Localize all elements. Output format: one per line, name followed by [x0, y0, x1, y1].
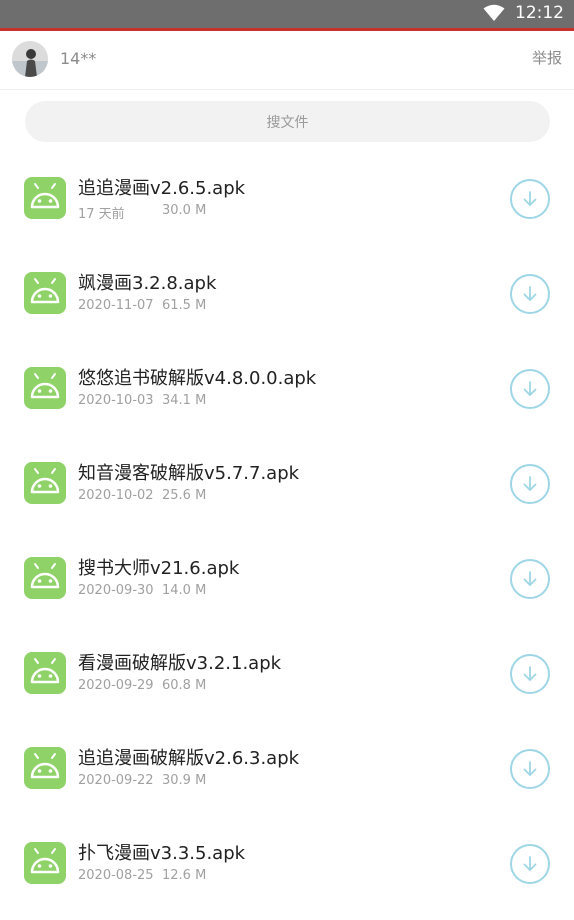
file-date: 17 天前	[78, 207, 125, 222]
file-name: 飒漫画3.2.8.apk	[78, 273, 217, 294]
file-row[interactable]: 追追漫画破解版v2.6.3.apk 2020-09-22 30.9 M	[0, 720, 574, 815]
wifi-icon	[483, 4, 505, 21]
android-apk-icon	[24, 177, 66, 219]
download-arrow-icon	[523, 286, 537, 301]
download-arrow-icon	[523, 381, 537, 396]
download-arrow-icon	[523, 666, 537, 681]
file-name: 追追漫画破解版v2.6.3.apk	[78, 748, 300, 769]
file-row[interactable]: 搜书大师v21.6.apk 2020-09-30 14.0 M	[0, 530, 574, 625]
header: 14** 举报	[0, 31, 574, 90]
file-name: 搜书大师v21.6.apk	[78, 558, 240, 579]
file-row[interactable]: 看漫画破解版v3.2.1.apk 2020-09-29 60.8 M	[0, 625, 574, 720]
android-apk-icon	[24, 557, 66, 599]
android-apk-icon	[24, 842, 66, 884]
file-size: 61.5 M	[162, 298, 207, 313]
status-time: 12:12	[515, 3, 564, 23]
file-date: 2020-10-03	[78, 393, 154, 408]
file-row[interactable]: 飒漫画3.2.8.apk 2020-11-07 61.5 M	[0, 245, 574, 340]
report-button[interactable]: 举报	[532, 47, 562, 68]
file-row[interactable]: 悠悠追书破解版v4.8.0.0.apk 2020-10-03 34.1 M	[0, 340, 574, 435]
file-date: 2020-09-30	[78, 583, 154, 598]
file-date: 2020-09-29	[78, 678, 154, 693]
status-right: 12:12	[483, 3, 564, 23]
file-size: 34.1 M	[162, 393, 207, 408]
search-bar[interactable]: 搜文件	[25, 101, 550, 142]
android-apk-icon	[24, 367, 66, 409]
file-date: 2020-08-25	[78, 868, 154, 883]
download-arrow-icon	[523, 761, 537, 776]
file-size: 30.0 M	[162, 203, 207, 218]
download-button[interactable]	[510, 179, 550, 219]
file-date: 2020-11-07	[78, 298, 154, 313]
status-bar: 12:12	[0, 0, 574, 31]
download-button[interactable]	[510, 369, 550, 409]
file-list: 追追漫画v2.6.5.apk 17 天前 30.0 M 飒漫画3.2.8.apk 202…	[0, 150, 574, 910]
file-row[interactable]: 扑飞漫画v3.3.5.apk 2020-08-25 12.6 M	[0, 815, 574, 910]
android-apk-icon	[24, 462, 66, 504]
download-button[interactable]	[510, 559, 550, 599]
file-size: 25.6 M	[162, 488, 207, 503]
file-row[interactable]: 追追漫画v2.6.5.apk 17 天前 30.0 M	[0, 150, 574, 245]
download-button[interactable]	[510, 464, 550, 504]
android-apk-icon	[24, 272, 66, 314]
file-name: 追追漫画v2.6.5.apk	[78, 178, 246, 199]
file-name: 扑飞漫画v3.3.5.apk	[78, 843, 246, 864]
download-button[interactable]	[510, 749, 550, 789]
file-date: 2020-09-22	[78, 773, 154, 788]
download-button[interactable]	[510, 274, 550, 314]
file-size: 14.0 M	[162, 583, 207, 598]
download-arrow-icon	[523, 571, 537, 586]
android-apk-icon	[24, 747, 66, 789]
avatar[interactable]	[12, 41, 48, 77]
file-name: 看漫画破解版v3.2.1.apk	[78, 653, 282, 674]
download-button[interactable]	[510, 654, 550, 694]
username: 14**	[60, 49, 97, 68]
file-size: 60.8 M	[162, 678, 207, 693]
download-button[interactable]	[510, 844, 550, 884]
file-row[interactable]: 知音漫客破解版v5.7.7.apk 2020-10-02 25.6 M	[0, 435, 574, 530]
search-placeholder: 搜文件	[266, 114, 309, 131]
file-size: 12.6 M	[162, 868, 207, 883]
download-arrow-icon	[523, 191, 537, 206]
android-apk-icon	[24, 652, 66, 694]
download-arrow-icon	[523, 476, 537, 491]
file-name: 知音漫客破解版v5.7.7.apk	[78, 463, 300, 484]
file-name: 悠悠追书破解版v4.8.0.0.apk	[78, 368, 317, 389]
avatar-image	[12, 41, 48, 77]
download-arrow-icon	[523, 856, 537, 871]
file-size: 30.9 M	[162, 773, 207, 788]
file-date: 2020-10-02	[78, 488, 154, 503]
